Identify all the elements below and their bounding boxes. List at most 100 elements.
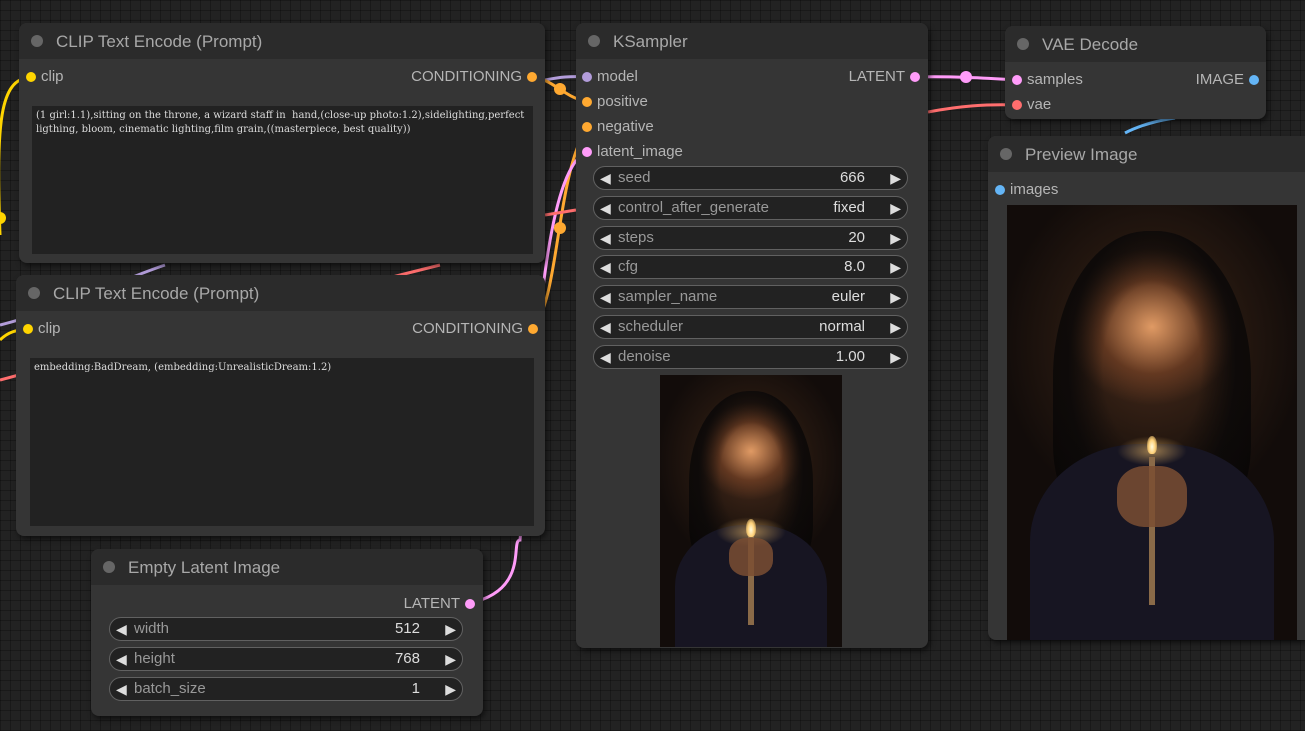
widget-value[interactable]: euler [832,289,865,305]
collapse-dot-icon[interactable] [103,561,115,573]
slot-label: images [1010,181,1059,198]
node-title-bar[interactable]: CLIP Text Encode (Prompt) [19,23,545,59]
decrement-arrow-icon[interactable]: ◀ [600,200,611,216]
latent-output-slot[interactable]: LATENT [275,595,475,613]
node-title: Preview Image [1025,145,1138,164]
decrement-arrow-icon[interactable]: ◀ [116,681,127,697]
collapse-dot-icon[interactable] [28,287,40,299]
photo-flame-shape [746,519,756,538]
increment-arrow-icon[interactable]: ▶ [445,681,456,697]
positive-prompt-textarea[interactable]: (1 girl:1.1),sitting on the throne, a wi… [32,106,533,254]
decrement-arrow-icon[interactable]: ◀ [600,319,611,335]
increment-arrow-icon[interactable]: ▶ [890,289,901,305]
node-title-bar[interactable]: VAE Decode [1005,26,1266,62]
cfg-widget[interactable]: ◀ cfg 8.0 ▶ [593,255,908,279]
slot-label: clip [41,68,64,85]
photo-hand-shape [1117,466,1187,527]
slot-dot-icon[interactable] [527,72,537,82]
ksampler-node[interactable]: KSampler model positive negative latent_… [576,23,928,648]
slot-label: vae [1027,96,1052,113]
slot-label: latent_image [597,143,683,160]
widget-value[interactable]: 666 [840,170,865,186]
node-title: CLIP Text Encode (Prompt) [56,32,263,51]
link-negative-midpoint [554,222,566,234]
slot-dot-icon[interactable] [582,122,592,132]
increment-arrow-icon[interactable]: ▶ [890,349,901,365]
slot-dot-icon[interactable] [582,97,592,107]
preview-image-node[interactable]: Preview Image images [988,136,1305,640]
steps-widget[interactable]: ◀ steps 20 ▶ [593,226,908,250]
widget-value[interactable]: 512 [395,621,420,637]
collapse-dot-icon[interactable] [1017,38,1029,50]
denoise-widget[interactable]: ◀ denoise 1.00 ▶ [593,345,908,369]
widget-value[interactable]: 768 [395,651,420,667]
scheduler-widget[interactable]: ◀ scheduler normal ▶ [593,315,908,339]
widget-label: cfg [618,258,639,275]
slot-label: CONDITIONING [411,68,522,85]
slot-dot-icon[interactable] [23,324,33,334]
node-title-bar[interactable]: CLIP Text Encode (Prompt) [16,275,545,311]
decrement-arrow-icon[interactable]: ◀ [600,259,611,275]
clip-text-encode-positive-node[interactable]: CLIP Text Encode (Prompt) clip CONDITION… [19,23,545,263]
decrement-arrow-icon[interactable]: ◀ [116,651,127,667]
link-vae-upper [544,208,577,217]
photo-hand-shape [729,538,773,577]
sampler-name-widget[interactable]: ◀ sampler_name euler ▶ [593,285,908,309]
increment-arrow-icon[interactable]: ▶ [890,259,901,275]
decrement-arrow-icon[interactable]: ◀ [600,349,611,365]
slot-label: LATENT [403,595,460,612]
slot-dot-icon[interactable] [582,72,592,82]
slot-dot-icon[interactable] [1012,75,1022,85]
widget-value[interactable]: 8.0 [844,259,865,275]
widget-value[interactable]: 20 [848,230,865,246]
slot-dot-icon[interactable] [1012,100,1022,110]
slot-dot-icon[interactable] [910,72,920,82]
increment-arrow-icon[interactable]: ▶ [445,651,456,667]
node-title: VAE Decode [1042,35,1139,54]
slot-label: CONDITIONING [412,320,523,337]
increment-arrow-icon[interactable]: ▶ [890,170,901,186]
node-title: CLIP Text Encode (Prompt) [53,284,260,303]
control-after-generate-widget[interactable]: ◀ control_after_generate fixed ▶ [593,196,908,220]
link-latent [914,75,1018,82]
latent-output-slot[interactable]: LATENT [720,68,920,86]
slot-dot-icon[interactable] [465,599,475,609]
slot-dot-icon[interactable] [995,185,1005,195]
width-widget[interactable]: ◀ width 512 ▶ [109,617,463,641]
decrement-arrow-icon[interactable]: ◀ [600,230,611,246]
negative-prompt-textarea[interactable]: embedding:BadDream, (embedding:Unrealist… [30,358,534,526]
increment-arrow-icon[interactable]: ▶ [890,319,901,335]
batch-size-widget[interactable]: ◀ batch_size 1 ▶ [109,677,463,701]
increment-arrow-icon[interactable]: ▶ [445,621,456,637]
node-title-bar[interactable]: Empty Latent Image [91,549,483,585]
widget-value[interactable]: normal [819,319,865,335]
increment-arrow-icon[interactable]: ▶ [890,230,901,246]
height-widget[interactable]: ◀ height 768 ▶ [109,647,463,671]
decrement-arrow-icon[interactable]: ◀ [600,289,611,305]
node-title-bar[interactable]: KSampler [576,23,928,59]
photo-flame-shape [1147,435,1157,454]
node-title-bar[interactable]: Preview Image [988,136,1305,172]
widget-value[interactable]: 1.00 [836,349,865,365]
widget-value[interactable]: fixed [833,200,865,216]
decrement-arrow-icon[interactable]: ◀ [116,621,127,637]
seed-widget[interactable]: ◀ seed 666 ▶ [593,166,908,190]
collapse-dot-icon[interactable] [31,35,43,47]
decrement-arrow-icon[interactable]: ◀ [600,170,611,186]
collapse-dot-icon[interactable] [1000,148,1012,160]
image-output-slot[interactable]: IMAGE [1109,71,1259,89]
clip-text-encode-negative-node[interactable]: CLIP Text Encode (Prompt) clip CONDITION… [16,275,545,536]
widget-label: scheduler [618,318,684,335]
conditioning-output-slot[interactable]: CONDITIONING [337,68,537,86]
slot-dot-icon[interactable] [26,72,36,82]
widget-value[interactable]: 1 [412,681,420,697]
slot-dot-icon[interactable] [582,147,592,157]
empty-latent-image-node[interactable]: Empty Latent Image LATENT ◀ width 512 ▶ … [91,549,483,716]
slot-dot-icon[interactable] [528,324,538,334]
vae-decode-node[interactable]: VAE Decode samples vae IMAGE [1005,26,1266,119]
increment-arrow-icon[interactable]: ▶ [890,200,901,216]
collapse-dot-icon[interactable] [588,35,600,47]
conditioning-output-slot[interactable]: CONDITIONING [338,320,538,338]
slot-dot-icon[interactable] [1249,75,1259,85]
slot-label: negative [597,118,654,135]
